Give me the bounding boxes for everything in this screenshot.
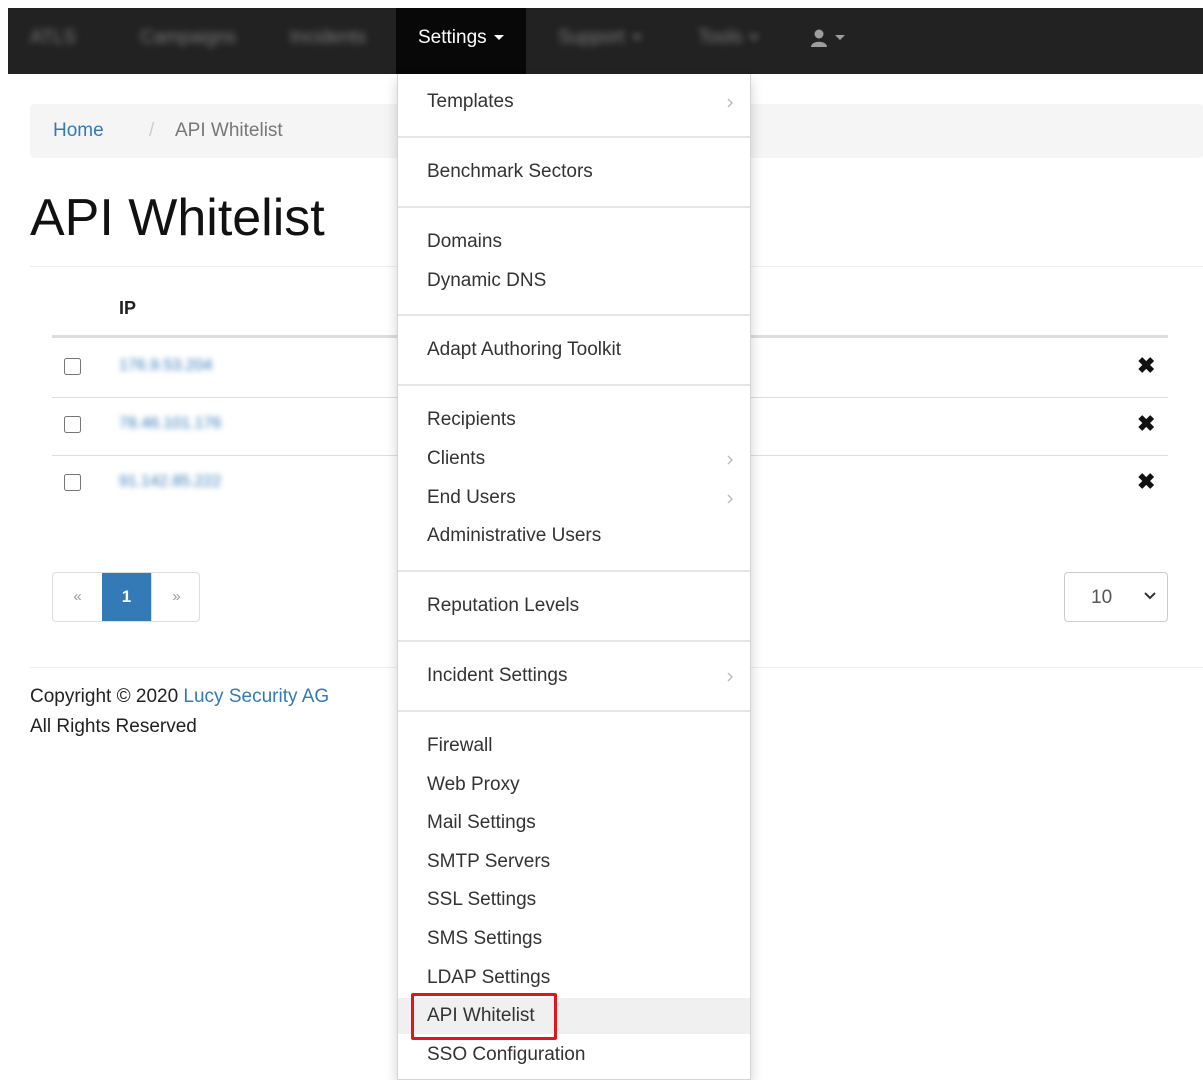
- row-checkbox[interactable]: [64, 358, 81, 375]
- footer-copyright: Copyright © 2020 Lucy Security AG: [30, 686, 329, 708]
- nav-settings[interactable]: Settings: [396, 8, 526, 74]
- caret-down-icon: [493, 35, 504, 41]
- menu-divider: [398, 136, 750, 138]
- pagination-prev-button[interactable]: «: [53, 573, 102, 621]
- menu-divider: [398, 570, 750, 572]
- caret-down-icon: [749, 35, 760, 41]
- nav-tools[interactable]: Tools: [698, 8, 760, 74]
- menu-divider: [398, 710, 750, 712]
- row-ip-value: 78.46.101.176: [119, 415, 222, 432]
- menu-item-dynamic-dns[interactable]: Dynamic DNS: [398, 263, 750, 299]
- copyright-text: Copyright © 2020: [30, 686, 184, 707]
- menu-item-web-proxy[interactable]: Web Proxy: [398, 767, 750, 803]
- chevron-right-icon: [727, 98, 733, 108]
- menu-item-ldap-settings[interactable]: LDAP Settings: [398, 960, 750, 996]
- menu-item-domains[interactable]: Domains: [398, 224, 750, 260]
- menu-item-firewall[interactable]: Firewall: [398, 728, 750, 764]
- menu-item-reputation-levels[interactable]: Reputation Levels: [398, 588, 750, 624]
- menu-item-templates[interactable]: Templates: [398, 84, 750, 120]
- menu-item-administrative-users[interactable]: Administrative Users: [398, 518, 750, 554]
- nav-support[interactable]: Support: [558, 8, 642, 74]
- nav-incidents[interactable]: Incidents: [290, 8, 366, 74]
- menu-item-mail-settings[interactable]: Mail Settings: [398, 805, 750, 841]
- menu-item-sso-configuration[interactable]: SSO Configuration: [398, 1037, 750, 1073]
- menu-item-smtp-servers[interactable]: SMTP Servers: [398, 844, 750, 880]
- menu-item-recipients[interactable]: Recipients: [398, 402, 750, 438]
- annotation-highlight-box: [411, 993, 557, 1040]
- row-checkbox[interactable]: [64, 474, 81, 491]
- column-header-ip: IP: [119, 298, 137, 318]
- menu-item-incident-settings[interactable]: Incident Settings: [398, 658, 750, 694]
- menu-item-sms-settings[interactable]: SMS Settings: [398, 921, 750, 957]
- page-size-select[interactable]: 10: [1064, 572, 1168, 622]
- menu-divider: [398, 384, 750, 386]
- chevron-down-icon: [1144, 592, 1156, 600]
- pagination-next-button[interactable]: »: [151, 573, 199, 621]
- pagination-page-button[interactable]: 1: [102, 573, 151, 621]
- menu-divider: [398, 640, 750, 642]
- company-link[interactable]: Lucy Security AG: [183, 686, 329, 707]
- footer-rights: All Rights Reserved: [30, 716, 197, 737]
- nav-user-menu[interactable]: [810, 8, 845, 74]
- row-checkbox[interactable]: [64, 416, 81, 433]
- menu-item-end-users[interactable]: End Users: [398, 480, 750, 516]
- menu-divider: [398, 314, 750, 316]
- menu-item-adapt-authoring-toolkit[interactable]: Adapt Authoring Toolkit: [398, 332, 750, 368]
- row-ip-value: 176.9.53.204: [119, 357, 213, 374]
- top-navbar: ATLS Campaigns Incidents Settings Suppor…: [8, 8, 1203, 74]
- breadcrumb-separator: /: [149, 120, 155, 141]
- caret-down-icon: [631, 35, 642, 41]
- user-icon: [811, 29, 827, 47]
- caret-down-icon: [835, 35, 845, 41]
- nav-campaigns[interactable]: Campaigns: [140, 8, 236, 74]
- chevron-right-icon: [727, 672, 733, 682]
- brand-logo[interactable]: ATLS: [30, 8, 76, 74]
- page-title: API Whitelist: [30, 189, 325, 247]
- menu-divider: [398, 206, 750, 208]
- row-ip-value: 91.142.85.222: [119, 473, 222, 490]
- chevron-right-icon: [727, 455, 733, 465]
- delete-icon[interactable]: ✖: [1137, 413, 1155, 435]
- breadcrumb-current: API Whitelist: [175, 120, 283, 141]
- settings-dropdown-menu: Templates Benchmark Sectors Domains Dyna…: [397, 74, 751, 1080]
- menu-item-ssl-settings[interactable]: SSL Settings: [398, 882, 750, 918]
- pagination: « 1 »: [52, 572, 200, 622]
- breadcrumb-home-link[interactable]: Home: [53, 120, 104, 142]
- delete-icon[interactable]: ✖: [1137, 355, 1155, 377]
- menu-item-clients[interactable]: Clients: [398, 441, 750, 477]
- page-size-value: 10: [1091, 587, 1113, 608]
- delete-icon[interactable]: ✖: [1137, 471, 1155, 493]
- chevron-right-icon: [727, 494, 733, 504]
- menu-item-benchmark-sectors[interactable]: Benchmark Sectors: [398, 154, 750, 190]
